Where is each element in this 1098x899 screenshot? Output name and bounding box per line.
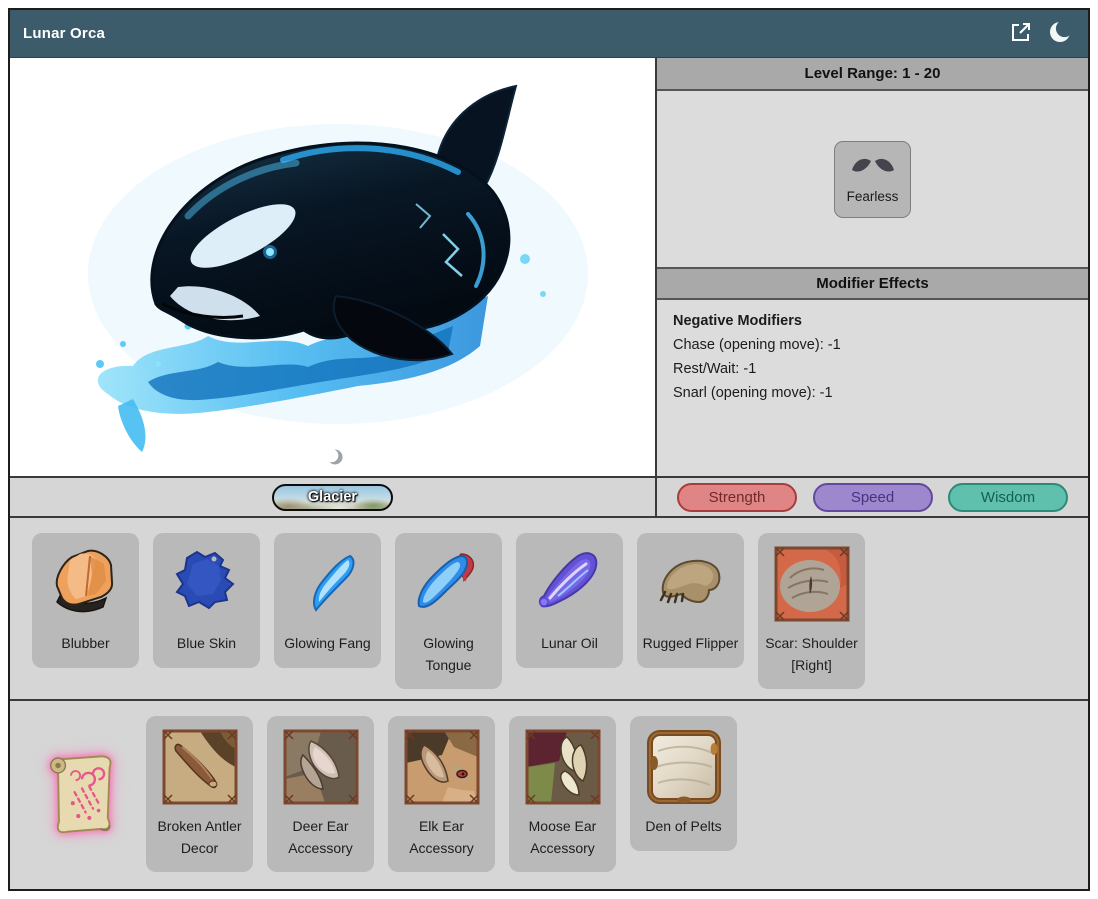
item-card-blue-skin[interactable]: Blue Skin	[153, 533, 260, 668]
rugged-flipper-icon	[641, 544, 740, 624]
broken-antler-icon	[150, 727, 249, 807]
lunar-orca-image	[38, 64, 628, 469]
deer-ear-icon	[271, 727, 370, 807]
external-link-icon	[1009, 20, 1033, 47]
modifier-rest-wait: Rest/Wait: -1	[673, 361, 1072, 377]
negative-modifiers-heading: Negative Modifiers	[673, 313, 1072, 329]
speed-button[interactable]: Speed	[813, 483, 933, 512]
lunar-oil-icon	[520, 544, 619, 624]
page: Lunar Orca	[0, 0, 1098, 899]
glowing-fang-icon	[278, 544, 377, 624]
modifier-chase: Chase (opening move): -1	[673, 337, 1072, 353]
title-bar: Lunar Orca	[10, 10, 1088, 58]
moon-phase-icon	[326, 448, 344, 466]
titlebar-icons	[1006, 19, 1075, 49]
item-label: Rugged Flipper	[641, 633, 740, 655]
stats-panel: Level Range: 1 - 20 Fearless Modifier Ef…	[657, 58, 1088, 476]
location-button-glacier[interactable]: Glacier	[272, 484, 393, 511]
main-area: Level Range: 1 - 20 Fearless Modifier Ef…	[10, 58, 1088, 478]
item-label: Scar: Shoulder [Right]	[762, 633, 861, 676]
dark-mode-toggle[interactable]	[1045, 19, 1075, 49]
item-label: Den of Pelts	[634, 816, 733, 838]
recipe-scroll[interactable]	[32, 748, 132, 845]
modifier-list: Negative Modifiers Chase (opening move):…	[657, 300, 1088, 476]
scar-shoulder-icon	[762, 544, 861, 624]
item-label: Lunar Oil	[520, 633, 619, 655]
wisdom-button[interactable]: Wisdom	[948, 483, 1068, 512]
blue-skin-icon	[157, 544, 256, 624]
drops-section: Blubber Blue Skin Glowing Fang	[10, 518, 1088, 701]
item-card-scar-shoulder[interactable]: Scar: Shoulder [Right]	[758, 533, 865, 689]
modifier-effects-header: Modifier Effects	[657, 267, 1088, 300]
location-cell: Glacier	[10, 478, 657, 516]
location-strip: Glacier Strength Speed Wisdom	[10, 478, 1088, 518]
elk-ear-icon	[392, 727, 491, 807]
item-card-moose-ear[interactable]: Moose Ear Accessory	[509, 716, 616, 872]
item-card-broken-antler[interactable]: Broken Antler Decor	[146, 716, 253, 872]
item-card-den-of-pelts[interactable]: Den of Pelts	[630, 716, 737, 851]
external-link-button[interactable]	[1006, 19, 1036, 49]
moon-icon	[1047, 19, 1073, 48]
strength-button[interactable]: Strength	[677, 483, 797, 512]
item-label: Moose Ear Accessory	[513, 816, 612, 859]
item-label: Glowing Fang	[278, 633, 377, 655]
app-window: Lunar Orca	[8, 8, 1090, 891]
item-card-lunar-oil[interactable]: Lunar Oil	[516, 533, 623, 668]
item-label: Elk Ear Accessory	[392, 816, 491, 859]
item-label: Glowing Tongue	[399, 633, 498, 676]
trait-badge-fearless[interactable]: Fearless	[834, 141, 911, 218]
item-label: Blue Skin	[157, 633, 256, 655]
trait-label: Fearless	[847, 189, 899, 204]
moose-ear-icon	[513, 727, 612, 807]
creature-image-panel	[10, 58, 657, 476]
item-card-deer-ear[interactable]: Deer Ear Accessory	[267, 716, 374, 872]
stat-buttons-cell: Strength Speed Wisdom	[657, 478, 1088, 516]
decor-section: Broken Antler Decor Deer Ear Accessory	[10, 701, 1088, 889]
blubber-icon	[36, 544, 135, 624]
item-card-glowing-tongue[interactable]: Glowing Tongue	[395, 533, 502, 689]
scroll-icon	[36, 748, 128, 845]
item-card-blubber[interactable]: Blubber	[32, 533, 139, 668]
fearless-eyes-icon	[850, 155, 896, 182]
level-range-header: Level Range: 1 - 20	[657, 58, 1088, 91]
item-label: Blubber	[36, 633, 135, 655]
item-card-glowing-fang[interactable]: Glowing Fang	[274, 533, 381, 668]
modifier-snarl: Snarl (opening move): -1	[673, 385, 1072, 401]
item-card-rugged-flipper[interactable]: Rugged Flipper	[637, 533, 744, 668]
item-card-elk-ear[interactable]: Elk Ear Accessory	[388, 716, 495, 872]
item-label: Deer Ear Accessory	[271, 816, 370, 859]
glowing-tongue-icon	[399, 544, 498, 624]
page-title: Lunar Orca	[23, 25, 105, 42]
den-of-pelts-icon	[634, 727, 733, 807]
trait-area: Fearless	[657, 91, 1088, 267]
item-label: Broken Antler Decor	[150, 816, 249, 859]
